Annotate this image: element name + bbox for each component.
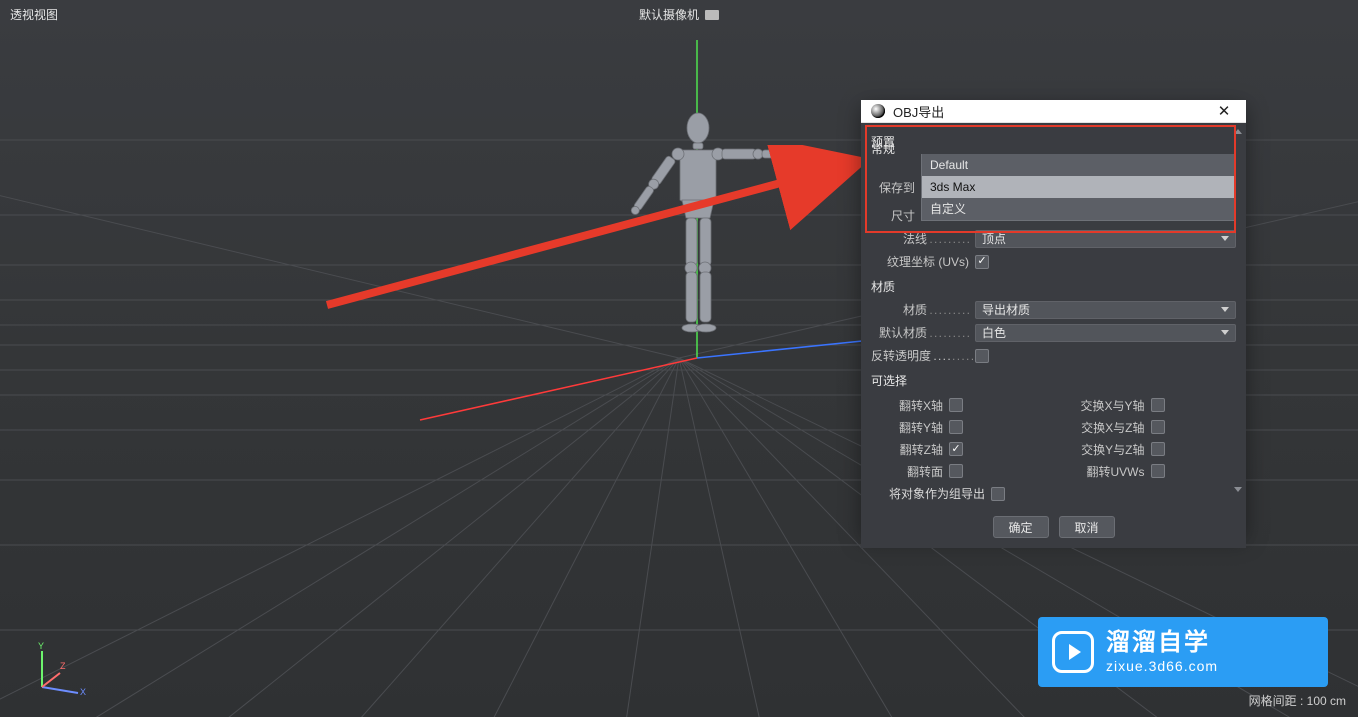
uvs-checkbox[interactable] [975, 255, 989, 269]
scroll-up-icon[interactable] [1234, 129, 1242, 134]
label-flip-x: 翻转X轴 [889, 397, 949, 414]
section-optional: 可选择 [871, 368, 1236, 391]
dialog-body: 预置 预置 Default 保存到 Default 3ds Max 自定义 常规 [861, 123, 1246, 548]
label-swap-xz: 交换X与Z轴 [1069, 419, 1151, 436]
label-export-as-group: 将对象作为组导出 [889, 485, 991, 502]
c4d-icon [871, 104, 885, 118]
watermark-url: zixue.3d66.com [1106, 658, 1218, 675]
svg-text:X: X [80, 687, 86, 697]
preset-option-custom[interactable]: 自定义 [922, 198, 1235, 220]
chevron-down-icon [1221, 236, 1229, 241]
label-default-material: 默认材质 [871, 324, 975, 341]
viewport-label-left: 透视视图 [10, 6, 58, 23]
label-invert-opacity: 反转透明度 . . . . [871, 347, 975, 364]
section-material: 材质 [871, 274, 1236, 297]
label-normals: 法线 [871, 230, 975, 247]
watermark: 溜溜自学 zixue.3d66.com [1038, 617, 1328, 687]
watermark-title: 溜溜自学 [1106, 629, 1218, 658]
swap-yz-checkbox[interactable] [1151, 442, 1165, 456]
chevron-down-icon [1221, 307, 1229, 312]
preset-option-default[interactable]: Default [922, 154, 1235, 176]
close-button[interactable]: ✕ [1210, 100, 1238, 122]
grid-spacing-label: 网格间距 : 100 cm [1249, 692, 1346, 709]
preset-option-3dsmax[interactable]: 3ds Max [922, 176, 1235, 198]
camera-icon [705, 10, 719, 20]
label-flip-z: 翻转Z轴 [889, 441, 949, 458]
mannequin-model[interactable] [600, 110, 860, 370]
swap-xy-checkbox[interactable] [1151, 398, 1165, 412]
label-material: 材质 [871, 301, 975, 318]
dialog-title: OBJ导出 [893, 102, 1210, 121]
flip-uvws-checkbox[interactable] [1151, 464, 1165, 478]
export-as-group-checkbox[interactable] [991, 487, 1005, 501]
viewport-camera-label[interactable]: 默认摄像机 [639, 6, 719, 23]
label-flip-face: 翻转面 [889, 463, 949, 480]
material-value: 导出材质 [982, 301, 1030, 318]
camera-name: 默认摄像机 [639, 6, 699, 23]
swap-xz-checkbox[interactable] [1151, 420, 1165, 434]
invert-opacity-checkbox[interactable] [975, 349, 989, 363]
label-swap-xy: 交换X与Y轴 [1069, 397, 1151, 414]
flip-y-checkbox[interactable] [949, 420, 963, 434]
label-uvs: 纹理坐标 (UVs) [871, 253, 975, 270]
chevron-down-icon [1221, 330, 1229, 335]
default-material-dropdown[interactable]: 白色 [975, 324, 1236, 342]
flip-z-checkbox[interactable] [949, 442, 963, 456]
label-swap-yz: 交换Y与Z轴 [1069, 441, 1151, 458]
flip-x-checkbox[interactable] [949, 398, 963, 412]
obj-export-dialog: OBJ导出 ✕ 预置 预置 Default 保存到 Default 3ds Ma… [861, 100, 1246, 535]
play-icon [1052, 631, 1094, 673]
svg-text:Y: Y [38, 641, 44, 651]
ok-button[interactable]: 确定 [993, 516, 1049, 538]
svg-text:Z: Z [60, 661, 66, 671]
label-size: 尺寸 [871, 207, 921, 224]
axis-gizmo[interactable]: Y X Z [30, 639, 90, 699]
normals-value: 顶点 [982, 230, 1006, 247]
label-save: 保存到 [871, 179, 921, 196]
dialog-titlebar[interactable]: OBJ导出 ✕ [861, 100, 1246, 123]
material-dropdown[interactable]: 导出材质 [975, 301, 1236, 319]
normals-dropdown[interactable]: 顶点 [975, 230, 1236, 248]
preset-dropdown-list: Default 3ds Max 自定义 [921, 154, 1236, 221]
cancel-button[interactable]: 取消 [1059, 516, 1115, 538]
default-material-value: 白色 [982, 324, 1006, 341]
label-flip-uvws: 翻转UVWs [1069, 463, 1151, 480]
scroll-down-icon[interactable] [1234, 487, 1242, 492]
label-flip-y: 翻转Y轴 [889, 419, 949, 436]
flip-face-checkbox[interactable] [949, 464, 963, 478]
